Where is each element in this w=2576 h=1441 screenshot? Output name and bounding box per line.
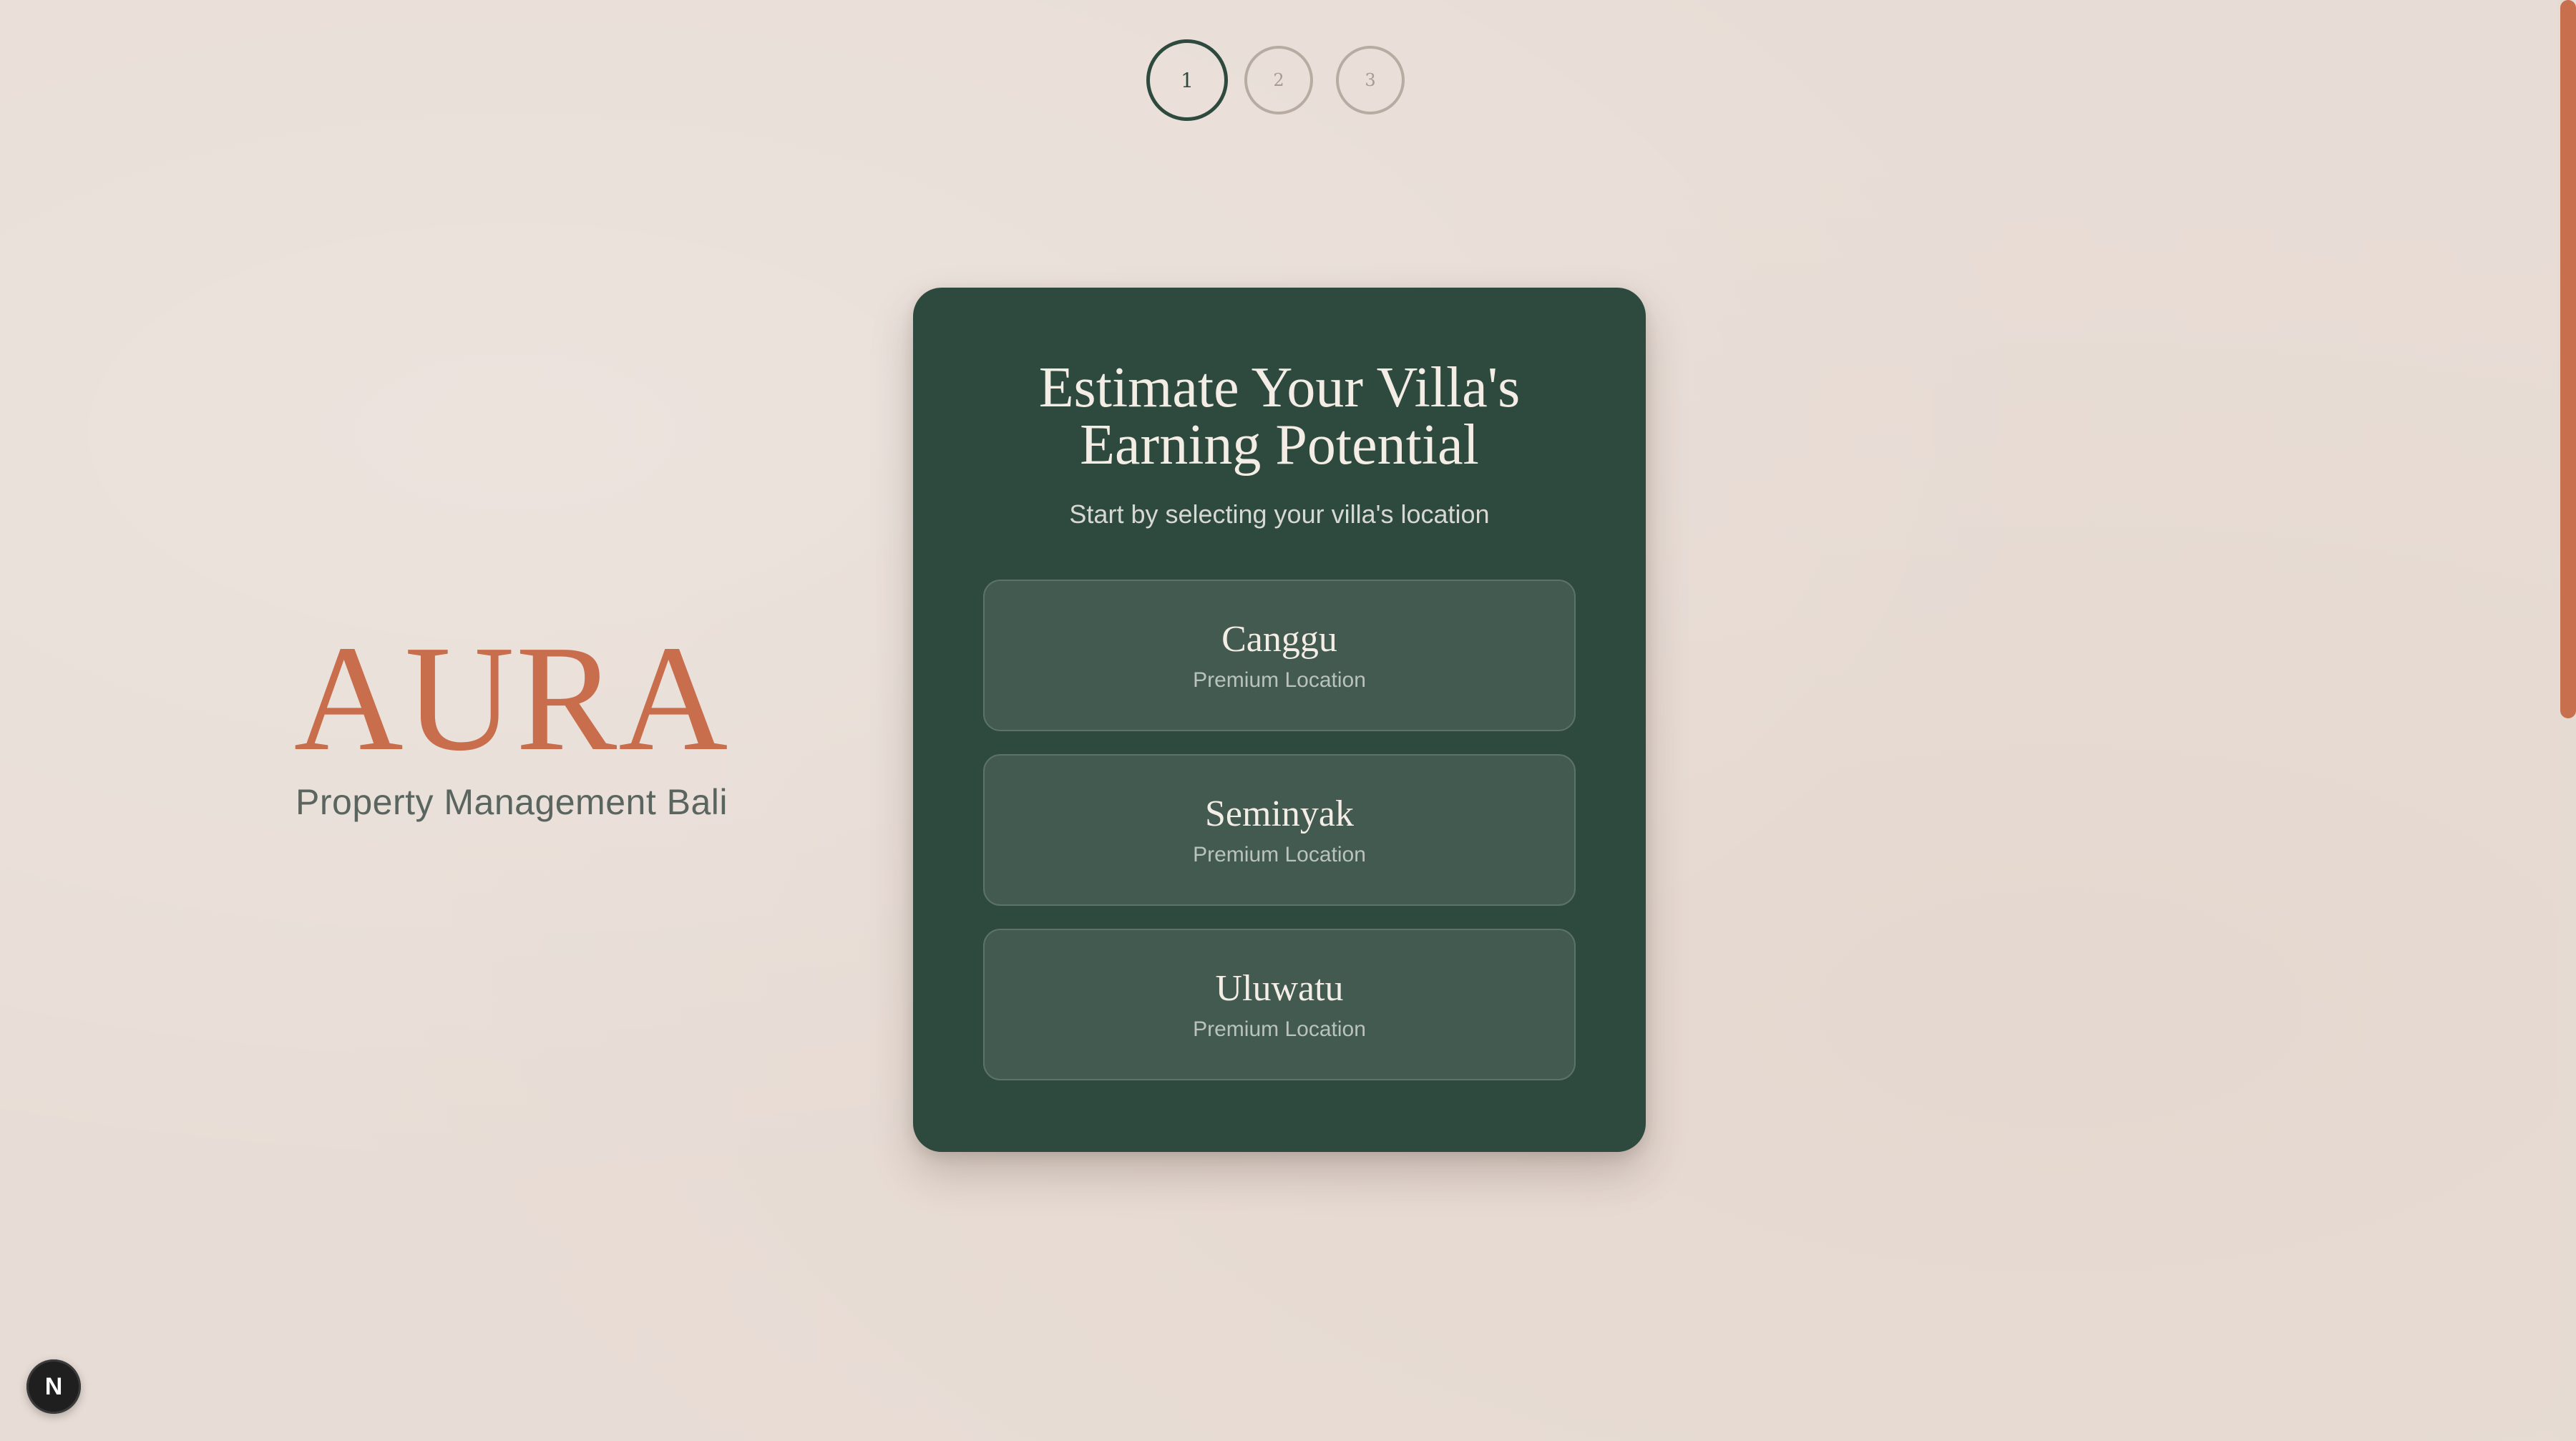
location-option-uluwatu[interactable]: Uluwatu Premium Location	[983, 929, 1576, 1080]
dev-tools-badge[interactable]: N	[26, 1359, 81, 1414]
location-tag: Premium Location	[1193, 843, 1366, 866]
card-subtitle: Start by selecting your villa's location	[1069, 499, 1490, 529]
location-tag: Premium Location	[1193, 668, 1366, 692]
step-2[interactable]: 2	[1244, 46, 1313, 114]
scrollbar-track[interactable]	[2557, 0, 2576, 1441]
progress-stepper: 1 2 3	[1146, 39, 1405, 121]
location-name: Canggu	[1221, 619, 1337, 660]
step-1[interactable]: 1	[1146, 39, 1228, 121]
card-title-line-1: Estimate Your Villa's	[1038, 356, 1521, 419]
card-title-line-2: Earning Potential	[1080, 414, 1479, 477]
brand-block: AURA Property Management Bali	[236, 622, 787, 823]
estimate-card: Estimate Your Villa's Earning Potential …	[913, 288, 1646, 1152]
location-options: Canggu Premium Location Seminyak Premium…	[983, 580, 1576, 1080]
location-option-canggu[interactable]: Canggu Premium Location	[983, 580, 1576, 731]
location-name: Uluwatu	[1215, 968, 1344, 1009]
card-title: Estimate Your Villa's Earning Potential	[957, 359, 1601, 474]
scrollbar-thumb[interactable]	[2560, 0, 2576, 718]
location-name: Seminyak	[1205, 793, 1354, 834]
step-3[interactable]: 3	[1336, 46, 1405, 114]
location-option-seminyak[interactable]: Seminyak Premium Location	[983, 754, 1576, 906]
brand-tagline: Property Management Bali	[296, 782, 728, 822]
n-logo-icon: N	[44, 1372, 63, 1400]
location-tag: Premium Location	[1193, 1017, 1366, 1041]
brand-logo: AURA	[293, 614, 730, 782]
